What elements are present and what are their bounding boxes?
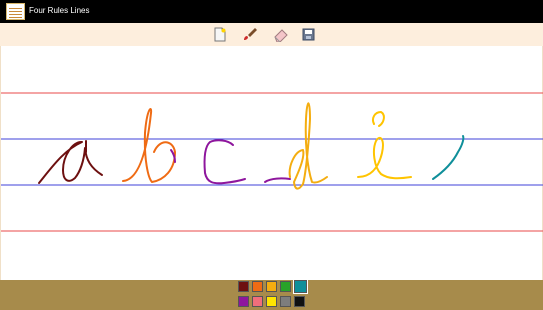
color-swatch-pink[interactable] xyxy=(252,296,263,307)
color-swatch-black[interactable] xyxy=(294,296,305,307)
handwriting-c xyxy=(203,139,246,185)
app-icon xyxy=(6,3,25,20)
new-page-icon[interactable] xyxy=(212,27,227,42)
drawing-canvas[interactable] xyxy=(0,46,543,280)
color-swatch-yellow[interactable] xyxy=(266,296,277,307)
handwriting-b xyxy=(122,108,176,183)
color-swatch-dark-red[interactable] xyxy=(238,281,249,292)
handwriting-e-dot xyxy=(371,111,385,127)
eraser-icon[interactable] xyxy=(273,27,288,42)
app-title: Four Rules Lines xyxy=(29,6,90,15)
color-swatch-amber[interactable] xyxy=(266,281,277,292)
brush-icon[interactable] xyxy=(243,27,258,42)
canvas-svg[interactable] xyxy=(1,46,543,280)
color-swatch-teal[interactable] xyxy=(293,279,308,294)
handwriting-a xyxy=(38,141,103,184)
color-swatch-orange[interactable] xyxy=(252,281,263,292)
color-palette-bar xyxy=(0,279,543,310)
toolbar xyxy=(0,23,543,46)
handwriting-d-lead xyxy=(264,177,291,183)
handwriting-f xyxy=(432,135,465,180)
save-icon[interactable] xyxy=(301,27,316,42)
handwriting-d xyxy=(288,102,328,190)
color-swatch-gray[interactable] xyxy=(280,296,291,307)
color-swatch-purple[interactable] xyxy=(238,296,249,307)
title-bar: Four Rules Lines xyxy=(0,0,543,23)
color-swatch-green[interactable] xyxy=(280,281,291,292)
handwriting-e xyxy=(357,136,412,180)
